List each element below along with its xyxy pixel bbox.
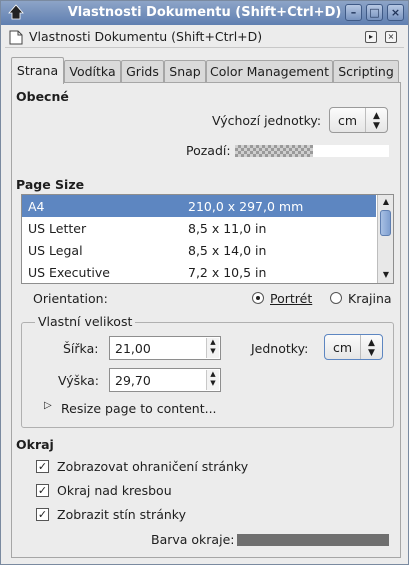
tab-color-management[interactable]: Color Management [206, 60, 333, 83]
scroll-down-icon[interactable]: ▼ [379, 268, 393, 282]
dock-header: Vlastnosti Dokumentu (Shift+Ctrl+D) ▸ × [5, 27, 404, 48]
tab-snap[interactable]: Snap [164, 60, 206, 83]
border-heading: Okraj [16, 437, 54, 452]
title-bar[interactable]: Vlastnosti Dokumentu (Shift+Ctrl+D) – □ … [1, 1, 408, 25]
tab-scripting[interactable]: Scripting [333, 60, 399, 83]
tab-grids[interactable]: Grids [121, 60, 164, 83]
list-item[interactable]: A4 210,0 x 297,0 mm [22, 195, 376, 217]
page-size-dimensions: 210,0 x 297,0 mm [188, 199, 304, 214]
page-size-dimensions: 8,5 x 11,0 in [188, 221, 267, 236]
units-select[interactable]: cm ▲ ▼ [324, 334, 383, 360]
portrait-radio[interactable] [252, 292, 264, 304]
height-value: 29,70 [115, 373, 151, 388]
general-heading: Obecné [16, 89, 69, 104]
list-item[interactable]: US Legal 8,5 x 14,0 in [22, 239, 376, 261]
width-field[interactable]: 21,00 ▲ ▼ [109, 336, 221, 360]
units-label: Jednotky: [251, 341, 309, 356]
width-value: 21,00 [115, 341, 151, 356]
list-item[interactable]: US Letter 8,5 x 11,0 in [22, 217, 376, 239]
spin-arrows-icon[interactable]: ▲ ▼ [206, 370, 219, 390]
page-size-dimensions: 7,2 x 10,5 in [188, 265, 267, 280]
page-size-dimensions: 8,5 x 14,0 in [188, 243, 267, 258]
scrollbar-thumb[interactable] [380, 210, 391, 236]
show-border-label: Zobrazovat ohraničení stránky [57, 459, 249, 474]
landscape-label[interactable]: Krajina [348, 291, 392, 306]
border-on-top-label: Okraj nad kresbou [57, 483, 172, 498]
page-size-list[interactable]: A4 210,0 x 297,0 mm US Letter 8,5 x 11,0… [21, 194, 394, 284]
document-icon [9, 30, 23, 45]
show-shadow-label: Zobrazit stín stránky [57, 507, 186, 522]
dock-title: Vlastnosti Dokumentu (Shift+Ctrl+D) [29, 29, 263, 44]
maximize-icon[interactable]: □ [366, 4, 383, 21]
expander-arrow-icon[interactable]: ▷ [44, 400, 52, 411]
portrait-label[interactable]: Portrét [270, 291, 312, 306]
tab-bar: Strana Vodítka Grids Snap Color Manageme… [11, 57, 401, 84]
page-size-name: US Letter [28, 221, 87, 236]
landscape-radio[interactable] [330, 292, 342, 304]
background-label: Pozadí: [186, 143, 231, 158]
units-value: cm [333, 340, 353, 355]
background-color-swatch-opaque[interactable] [313, 145, 389, 157]
page-size-name: A4 [28, 199, 45, 214]
dock-iconify-icon[interactable]: ▸ [365, 31, 377, 43]
list-item[interactable]: US Executive 7,2 x 10,5 in [22, 261, 376, 283]
spin-arrows-icon: ▲ ▼ [365, 108, 387, 132]
border-on-top-checkbox[interactable]: ✓ [36, 484, 49, 497]
border-color-label: Barva okraje: [151, 532, 235, 547]
tab-guides[interactable]: Vodítka [64, 60, 121, 83]
width-label: Šířka: [63, 341, 99, 356]
page-size-heading: Page Size [16, 177, 85, 192]
orientation-label: Orientation: [33, 291, 108, 306]
spin-arrows-icon: ▲ ▼ [360, 335, 382, 359]
resize-page-expander[interactable]: Resize page to content... [61, 401, 217, 416]
page-size-scrollbar[interactable]: ▲ ▼ [377, 195, 393, 283]
page-size-name: US Legal [28, 243, 83, 258]
tab-page[interactable]: Strana [11, 57, 64, 84]
default-units-value: cm [338, 113, 358, 128]
custom-size-heading: Vlastní velikost [35, 314, 136, 329]
scroll-up-icon[interactable]: ▲ [379, 195, 393, 209]
background-color-swatch[interactable] [235, 145, 313, 157]
page-size-name: US Executive [28, 265, 110, 280]
height-label: Výška: [58, 373, 100, 388]
default-units-select[interactable]: cm ▲ ▼ [329, 107, 388, 133]
show-border-checkbox[interactable]: ✓ [36, 460, 49, 473]
border-color-swatch[interactable] [237, 534, 389, 546]
dock-close-icon[interactable]: × [385, 31, 397, 43]
show-shadow-checkbox[interactable]: ✓ [36, 508, 49, 521]
minimize-icon[interactable]: – [345, 4, 362, 21]
document-properties-window: Vlastnosti Dokumentu (Shift+Ctrl+D) – □ … [0, 0, 409, 565]
spin-arrows-icon[interactable]: ▲ ▼ [206, 338, 219, 358]
close-icon[interactable]: × [387, 4, 404, 21]
height-field[interactable]: 29,70 ▲ ▼ [109, 368, 221, 392]
default-units-label: Výchozí jednotky: [212, 113, 322, 128]
